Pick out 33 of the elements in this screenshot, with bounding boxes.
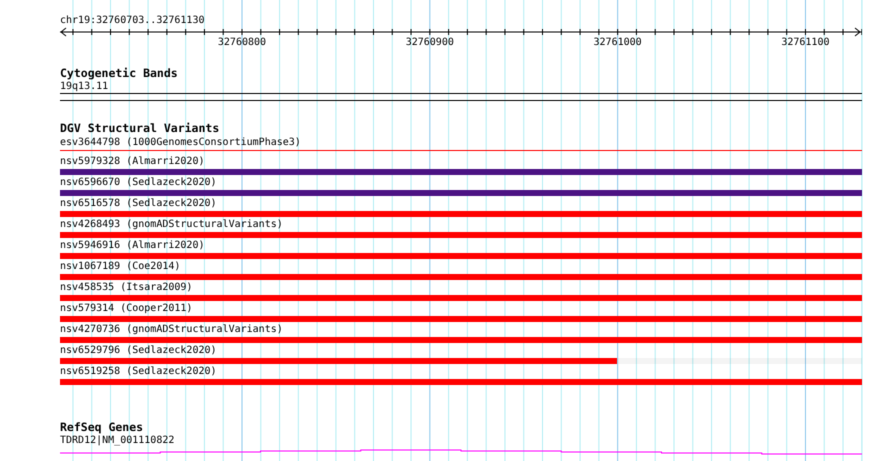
variant-label: nsv579314 (Cooper2011) — [60, 302, 192, 316]
gene-label: TDRD12|NM_001110822 — [60, 434, 174, 447]
variant-bar[interactable] — [60, 337, 862, 343]
variant-bar[interactable] — [60, 211, 862, 217]
variant-label: nsv1067189 (Coe2014) — [60, 260, 180, 274]
track-title: DGV Structural Variants — [60, 121, 220, 135]
track-title: Cytogenetic Bands — [60, 66, 178, 80]
variant-bar[interactable] — [60, 253, 862, 259]
location-label: chr19:32760703..32761130 — [60, 14, 204, 27]
variant-bar[interactable] — [60, 274, 862, 280]
variant-bar[interactable] — [60, 295, 862, 301]
variant-label: nsv5946916 (Almarri2020) — [60, 239, 204, 253]
variant-bar[interactable] — [60, 316, 862, 322]
variant-label: nsv6519258 (Sedlazeck2020) — [60, 365, 217, 379]
variant-label: esv3644798 (1000GenomesConsortiumPhase3) — [60, 136, 301, 150]
band-label: 19q13.11 — [60, 80, 108, 93]
variant-bar[interactable] — [60, 379, 862, 385]
variant-label: nsv4270736 (gnomADStructuralVariants) — [60, 323, 283, 337]
variant-bar[interactable] — [60, 358, 618, 364]
variant-label: nsv458535 (Itsara2009) — [60, 281, 192, 295]
variant-label: nsv6596670 (Sedlazeck2020) — [60, 176, 217, 190]
variant-label: nsv6516578 (Sedlazeck2020) — [60, 197, 217, 211]
variant-label: nsv4268493 (gnomADStructuralVariants) — [60, 218, 283, 232]
variant-label: nsv5979328 (Almarri2020) — [60, 155, 204, 169]
variant-bar[interactable] — [60, 169, 862, 175]
tick-label: 32760800 — [218, 37, 266, 48]
tick-label: 32761000 — [594, 37, 642, 48]
variant-bar[interactable] — [60, 232, 862, 238]
track-title: RefSeq Genes — [60, 420, 144, 434]
tick-label: 32761100 — [781, 37, 830, 48]
tick-label: 32760900 — [406, 37, 454, 48]
variant-bar[interactable] — [60, 190, 862, 196]
variant-label: nsv6529796 (Sedlazeck2020) — [60, 344, 217, 358]
